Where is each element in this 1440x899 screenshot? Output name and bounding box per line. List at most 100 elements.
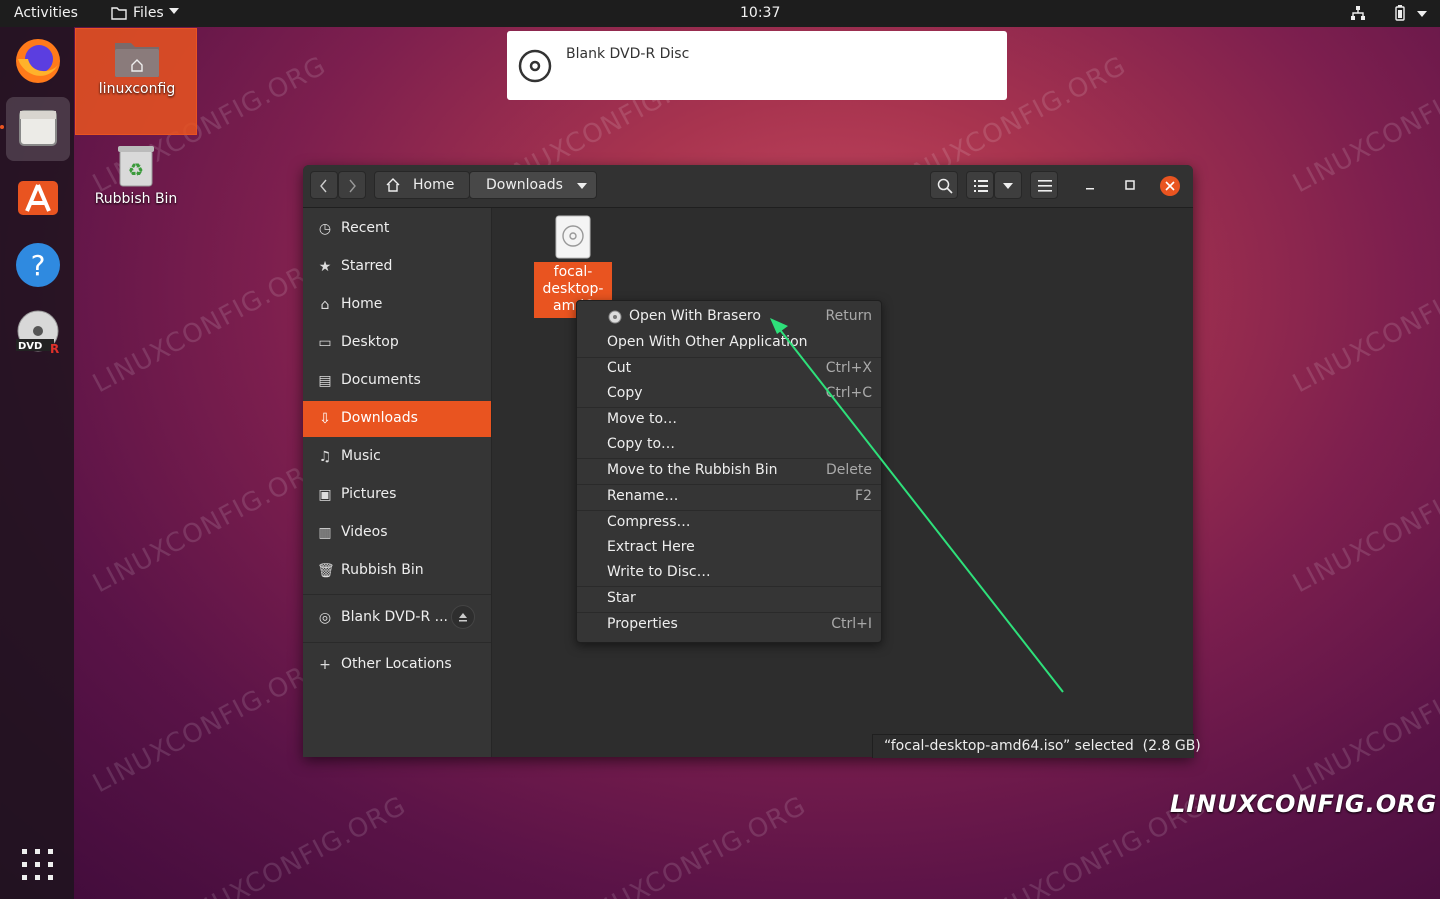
watermark: LINUXCONFIG.ORG <box>88 450 332 600</box>
notification-text: Blank DVD-R Disc <box>566 46 690 62</box>
watermark: LINUXCONFIG.ORG <box>1288 250 1440 400</box>
help-icon: ? <box>16 243 60 287</box>
minimize-icon[interactable] <box>1084 179 1096 191</box>
disc-icon: ◎ <box>318 610 332 626</box>
sidebar-item-pictures[interactable]: ▣ Pictures <box>303 477 491 513</box>
desktop-trash-label: Rubbish Bin <box>94 191 178 207</box>
watermark: LINUXCONFIG.ORG <box>88 650 332 800</box>
svg-text:♻: ♻ <box>128 160 144 181</box>
watermark: LINUXCONFIG.ORG <box>168 790 412 899</box>
view-options-button[interactable] <box>994 171 1022 199</box>
star-icon: ★ <box>318 259 332 275</box>
sidebar-item-dvd-drive[interactable]: ◎ Blank DVD-R ... <box>303 600 491 636</box>
app-menu-label: Files <box>133 5 164 21</box>
clock[interactable]: 10:37 <box>740 5 780 21</box>
firefox-icon <box>16 39 60 83</box>
menu-item-rename[interactable]: Rename… F2 <box>577 485 881 510</box>
plus-icon: + <box>319 657 331 673</box>
sidebar-item-rubbish-bin[interactable]: 🗑 Rubbish Bin <box>303 553 491 589</box>
maximize-icon[interactable] <box>1124 179 1136 191</box>
trash-icon: 🗑 <box>317 563 335 579</box>
dvd-r-icon: DVD R <box>16 310 59 356</box>
chevron-down-icon <box>169 8 179 14</box>
dock-firefox[interactable] <box>6 29 70 93</box>
back-button[interactable] <box>310 171 338 199</box>
system-menu-chevron-icon[interactable] <box>1417 11 1427 17</box>
menu-item-copy[interactable]: Copy Ctrl+C <box>577 382 881 407</box>
menu-item-extract-here[interactable]: Extract Here <box>577 536 881 561</box>
dock-dvd[interactable]: DVD R <box>6 301 70 365</box>
menu-item-compress[interactable]: Compress… <box>577 511 881 536</box>
sidebar-item-downloads[interactable]: ⇩ Downloads <box>303 401 491 437</box>
status-bar: “focal-desktop-amd64.iso” selected (2.8 … <box>872 734 1201 758</box>
watermark: LINUXCONFIG.ORG <box>1288 50 1440 200</box>
menu-item-open-with-brasero[interactable]: Open With Brasero Return <box>577 305 881 330</box>
sidebar-item-music[interactable]: ♫ Music <box>303 439 491 475</box>
document-icon: ▤ <box>318 373 332 389</box>
sidebar-item-videos[interactable]: ▥ Videos <box>303 515 491 551</box>
sidebar-item-starred[interactable]: ★ Starred <box>303 249 491 285</box>
network-icon[interactable] <box>1350 5 1366 21</box>
disc-icon <box>518 49 552 83</box>
svg-text:DVD: DVD <box>18 341 42 352</box>
video-icon: ▥ <box>318 525 332 541</box>
home-icon <box>386 178 400 192</box>
menu-item-copy-to[interactable]: Copy to… <box>577 433 881 458</box>
sidebar-item-other-locations[interactable]: + Other Locations <box>303 647 491 683</box>
linuxconfig-logo: LINUXCONFIG.ORG <box>1170 790 1438 818</box>
menu-item-move-to[interactable]: Move to… <box>577 408 881 433</box>
desktop-home-folder[interactable]: linuxconfig <box>75 28 197 135</box>
sidebar: ◷ Recent ★ Starred ⌂ Home ▭ Desktop ▤ Documen… <box>303 208 492 757</box>
picture-icon: ▣ <box>318 487 332 503</box>
dock-software[interactable] <box>6 165 70 229</box>
disc-image-icon <box>555 215 591 259</box>
main-menu-button[interactable] <box>1030 171 1058 199</box>
menu-item-move-to-rubbish-bin[interactable]: Move to the Rubbish Bin Delete <box>577 459 881 484</box>
eject-button[interactable] <box>451 605 475 629</box>
sidebar-item-home[interactable]: ⌂ Home <box>303 287 491 323</box>
close-button[interactable] <box>1160 176 1180 196</box>
chevron-right-icon <box>349 179 356 193</box>
files-icon <box>19 110 57 146</box>
desktop-trash[interactable]: ♻ Rubbish Bin <box>75 140 197 210</box>
context-menu: Open With Brasero Return Open With Other … <box>576 300 882 643</box>
running-indicator <box>0 125 4 129</box>
sidebar-item-desktop[interactable]: ▭ Desktop <box>303 325 491 361</box>
sidebar-separator <box>303 594 491 595</box>
dock: ? DVD R <box>0 27 74 899</box>
eject-icon <box>459 613 467 622</box>
folder-icon <box>111 7 127 20</box>
path-home-button[interactable]: Home <box>374 171 470 199</box>
menu-item-star[interactable]: Star <box>577 587 881 612</box>
desktop-home-label: linuxconfig <box>98 81 176 97</box>
watermark: LINUXCONFIG.ORG <box>1288 650 1440 800</box>
menu-item-cut[interactable]: Cut Ctrl+X <box>577 357 881 382</box>
dock-files[interactable] <box>0 97 70 161</box>
search-button[interactable] <box>930 171 958 199</box>
app-menu[interactable]: Files <box>108 0 184 27</box>
sidebar-separator <box>303 642 491 643</box>
sidebar-item-documents[interactable]: ▤ Documents <box>303 363 491 399</box>
header-bar: Home Downloads <box>303 165 1193 208</box>
svg-text:?: ? <box>31 249 46 282</box>
watermark: LINUXCONFIG.ORG <box>568 790 812 899</box>
menu-item-open-with-other[interactable]: Open With Other Application <box>577 331 881 356</box>
view-list-button[interactable] <box>966 171 994 199</box>
top-bar: Activities Files 10:37 <box>0 0 1440 27</box>
notification-banner[interactable]: Blank DVD-R Disc <box>507 31 1007 100</box>
svg-text:R: R <box>50 342 59 356</box>
menu-item-write-to-disc[interactable]: Write to Disc… <box>577 561 881 586</box>
show-apps-grid-icon[interactable] <box>22 849 54 881</box>
forward-button[interactable] <box>338 171 366 199</box>
desktop-icon: ▭ <box>318 335 332 351</box>
battery-icon[interactable] <box>1392 5 1408 21</box>
chevron-down-icon <box>577 183 587 189</box>
watermark: LINUXCONFIG.ORG <box>88 250 332 400</box>
status-text: “focal-desktop-amd64.iso” selected (2.8 … <box>884 738 1201 754</box>
menu-item-properties[interactable]: Properties Ctrl+I <box>577 613 881 638</box>
activities-button[interactable]: Activities <box>14 5 78 21</box>
home-icon: ⌂ <box>320 297 330 313</box>
sidebar-item-recent[interactable]: ◷ Recent <box>303 211 491 247</box>
dock-help[interactable]: ? <box>6 233 70 297</box>
path-downloads-button[interactable]: Downloads <box>469 171 597 199</box>
